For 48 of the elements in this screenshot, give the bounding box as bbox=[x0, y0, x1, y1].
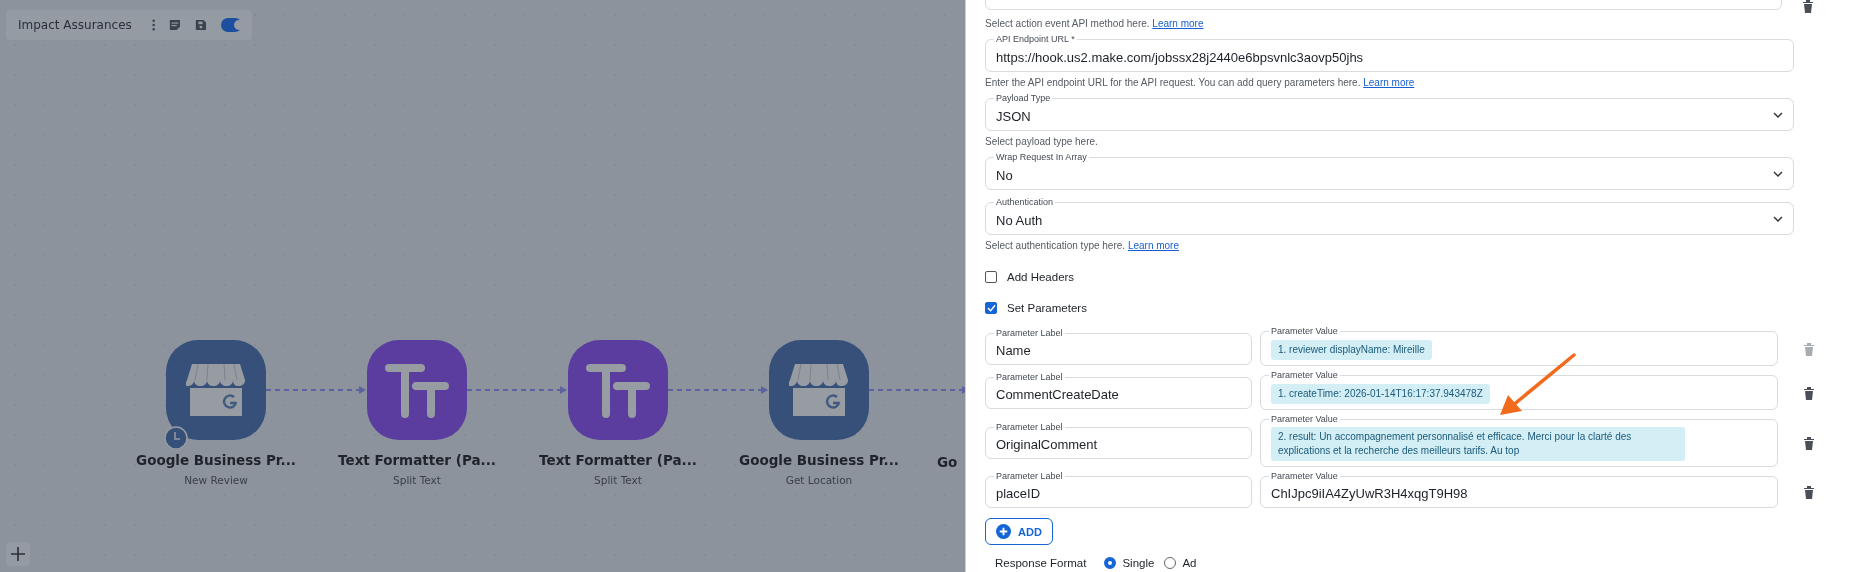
checkbox-label: Set Parameters bbox=[1007, 302, 1087, 314]
module-title: Google Business Pr... bbox=[136, 452, 296, 468]
learn-more-link[interactable]: Learn more bbox=[1127, 240, 1179, 251]
module-subtitle: Get Location bbox=[785, 474, 853, 486]
radio-label: Ad bbox=[1182, 557, 1197, 569]
field-label: Response Format bbox=[995, 557, 1087, 569]
chevron-down-icon bbox=[1773, 171, 1783, 177]
module-title: Text Formatter (Pa... bbox=[539, 452, 697, 468]
module-node[interactable] bbox=[769, 340, 869, 440]
helper-text: Select authentication type here. Learn more bbox=[985, 240, 1180, 251]
helper-text: Select payload type here. bbox=[985, 136, 1099, 147]
checkbox-label: Add Headers bbox=[1007, 271, 1075, 283]
add-button[interactable]: ADD bbox=[985, 518, 1053, 545]
store-icon bbox=[186, 362, 246, 418]
text-format-icon bbox=[586, 362, 650, 418]
module-title: Text Formatter (Pa... bbox=[338, 452, 496, 468]
save-icon[interactable] bbox=[195, 18, 207, 32]
delete-icon[interactable] bbox=[1803, 436, 1815, 450]
learn-more-link[interactable]: Learn more bbox=[1152, 18, 1204, 29]
helper-text: Select action event API method here. Learn more bbox=[985, 18, 1205, 29]
plus-circle-icon bbox=[996, 524, 1011, 539]
module-subtitle: Split Text bbox=[594, 474, 642, 486]
module-node[interactable] bbox=[367, 340, 467, 440]
helper-text: Enter the API endpoint URL for the API request. You can add query parameters here. Learn more bbox=[985, 77, 1416, 88]
delete-icon[interactable] bbox=[1802, 0, 1814, 13]
module-title: Go bbox=[937, 454, 958, 470]
active-toggle[interactable] bbox=[220, 18, 242, 32]
chevron-down-icon bbox=[1773, 216, 1783, 222]
module-subtitle: Split Text bbox=[393, 474, 441, 486]
chevron-down-icon bbox=[1773, 112, 1783, 118]
module-title: Google Business Pr... bbox=[739, 452, 899, 468]
radio-button[interactable] bbox=[1104, 557, 1117, 569]
text-format-icon bbox=[385, 362, 449, 418]
scenario-name: Impact Assurances bbox=[18, 18, 132, 32]
module-subtitle: New Review bbox=[184, 474, 248, 486]
plus-icon bbox=[11, 547, 25, 561]
learn-more-link[interactable]: Learn more bbox=[1363, 77, 1415, 88]
radio-label: Single bbox=[1122, 557, 1155, 569]
checkbox[interactable] bbox=[985, 271, 997, 283]
notes-icon[interactable] bbox=[169, 18, 181, 32]
checkbox[interactable] bbox=[985, 302, 997, 314]
delete-icon[interactable] bbox=[1803, 485, 1815, 499]
store-icon bbox=[789, 362, 849, 418]
zoom-button[interactable] bbox=[6, 542, 30, 566]
delete-icon[interactable] bbox=[1803, 385, 1815, 400]
module-node[interactable] bbox=[568, 340, 668, 440]
module-node[interactable] bbox=[166, 340, 266, 440]
more-icon[interactable] bbox=[151, 18, 156, 32]
